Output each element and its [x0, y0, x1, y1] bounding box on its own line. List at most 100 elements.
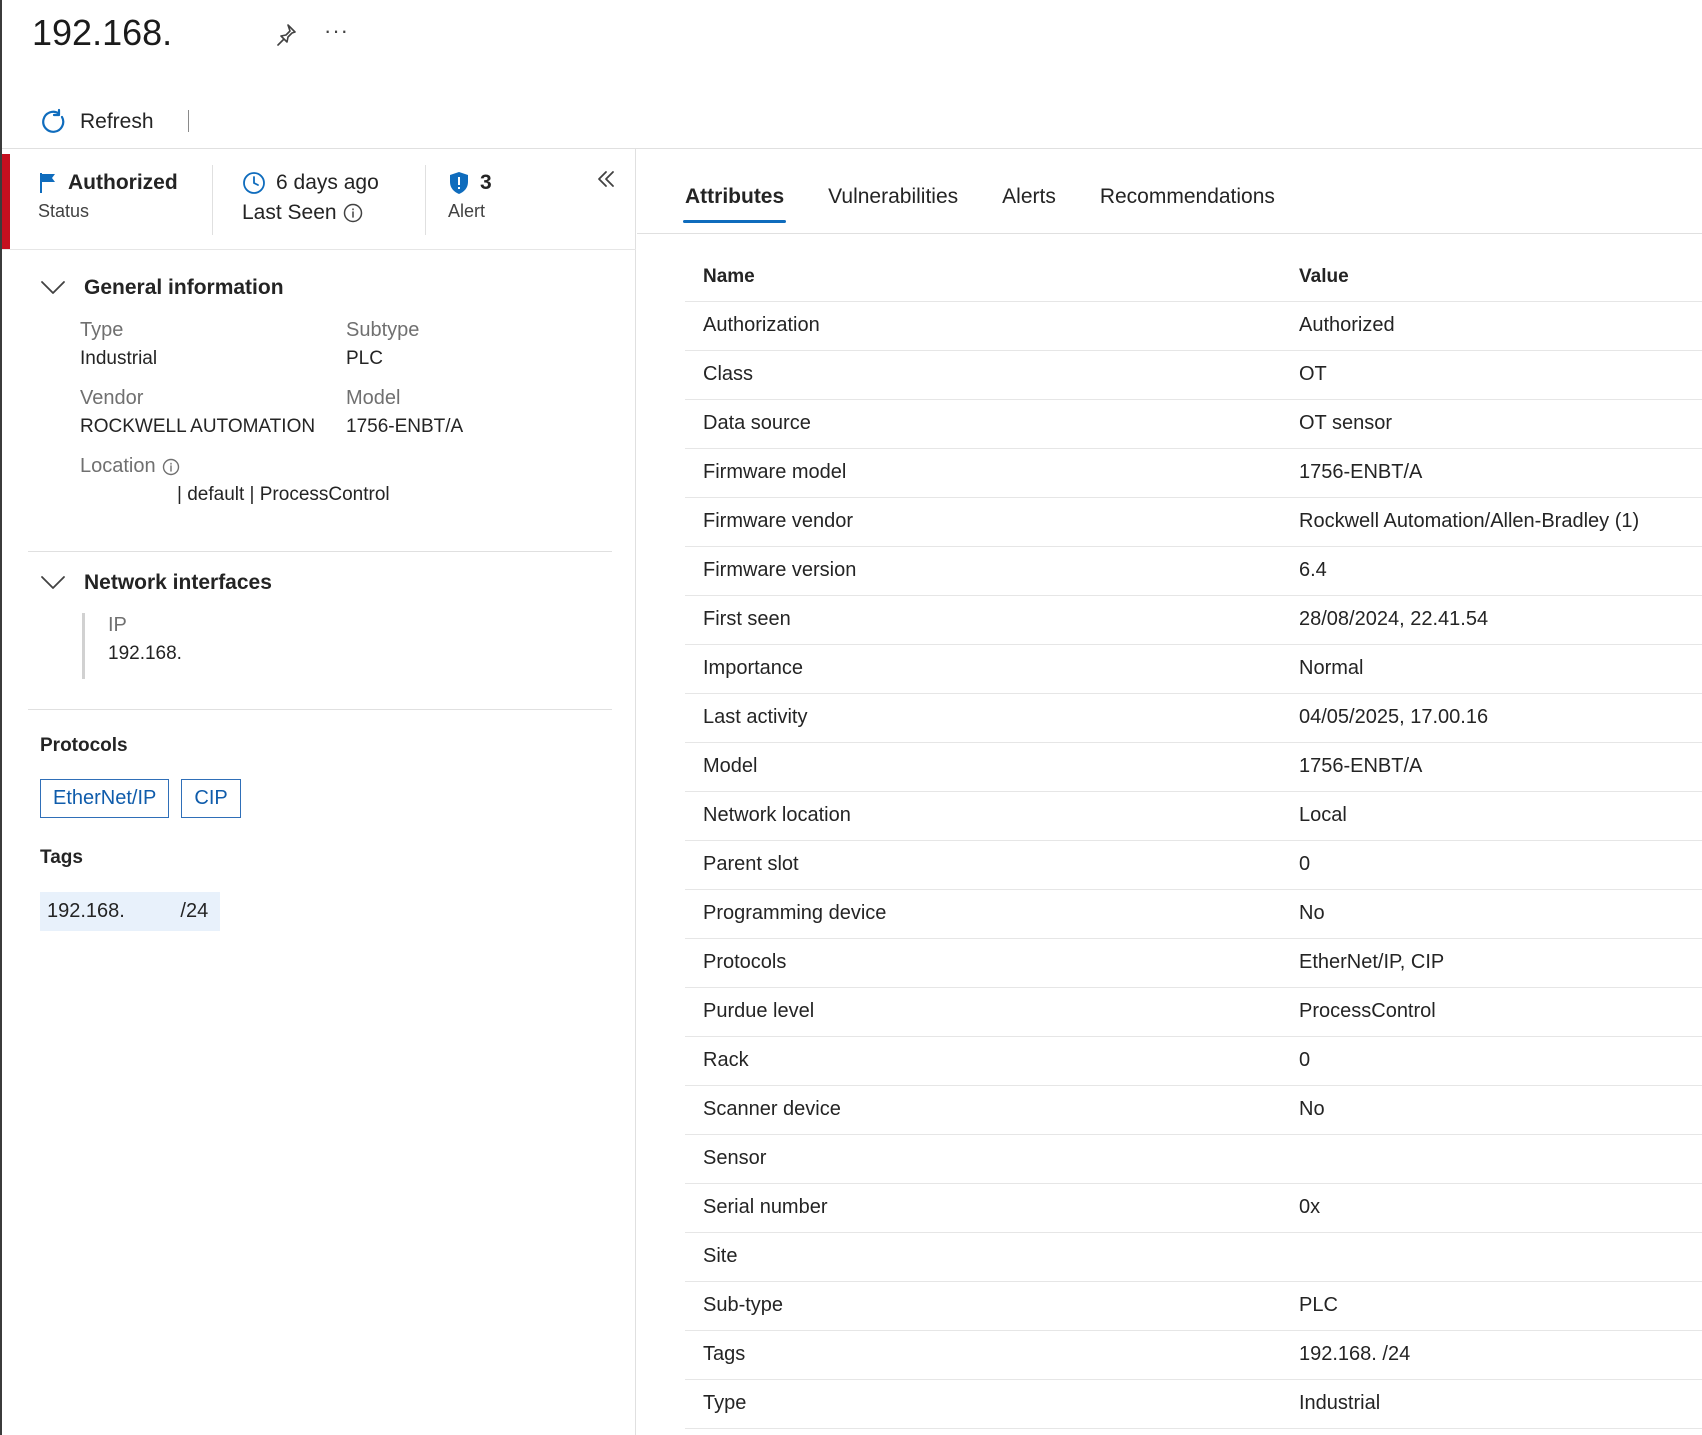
attributes-table: Name Value Authorization Authorized Class O… [685, 253, 1702, 1429]
attribute-name: Programming device [685, 889, 1281, 939]
table-row[interactable]: Firmware vendor Rockwell Automation/Allen… [685, 497, 1702, 547]
table-row[interactable]: First seen 28/08/2024, 22.41.54 [685, 595, 1702, 645]
summary-separator [425, 165, 426, 235]
attribute-name: Serial number [685, 1183, 1281, 1233]
attribute-value: 0x [1281, 1183, 1702, 1233]
attribute-value: 04/05/2025, 17.00.16 [1281, 693, 1702, 743]
summary-divider [2, 249, 636, 250]
pin-icon[interactable] [274, 22, 298, 46]
status-card: Authorized Status [38, 171, 178, 222]
attribute-value: PLC [1281, 1281, 1702, 1331]
ip-indicator [82, 613, 85, 679]
tabs-divider [637, 233, 1702, 234]
tag-chip[interactable]: 192.168. /24 [40, 892, 221, 931]
table-row[interactable]: Site [685, 1232, 1702, 1282]
attribute-name: Tags [685, 1330, 1281, 1380]
subtype-value: PLC [346, 348, 383, 369]
page-title: 192.168. [32, 12, 173, 53]
attribute-value: 192.168. /24 [1281, 1330, 1702, 1380]
attribute-value: Local [1281, 791, 1702, 841]
status-value: Authorized [68, 171, 178, 194]
attribute-name: Sensor [685, 1134, 1281, 1184]
tab-vulnerabilities[interactable]: Vulnerabilities [828, 185, 958, 223]
status-indicator [2, 154, 10, 250]
vendor-field: Vendor ROCKWELL AUTOMATION [80, 387, 315, 438]
attribute-value: 6.4 [1281, 546, 1702, 596]
table-row[interactable]: Class OT [685, 350, 1702, 400]
tab-alerts[interactable]: Alerts [1002, 185, 1056, 223]
attribute-value [1281, 1232, 1702, 1282]
table-row[interactable]: Tags 192.168. /24 [685, 1330, 1702, 1380]
tab-recommendations[interactable]: Recommendations [1100, 185, 1275, 223]
table-header-row: Name Value [685, 253, 1702, 302]
protocol-chip[interactable]: EtherNet/IP [40, 779, 170, 818]
attribute-value: Normal [1281, 644, 1702, 694]
table-row[interactable]: Sensor [685, 1134, 1702, 1184]
chevron-down-icon [41, 281, 65, 294]
info-icon[interactable] [162, 458, 180, 476]
table-row[interactable]: Rack 0 [685, 1036, 1702, 1086]
section-divider [28, 709, 612, 710]
attribute-value: Authorized [1281, 301, 1702, 351]
vendor-value: ROCKWELL AUTOMATION [80, 416, 316, 437]
flag-icon [40, 173, 55, 193]
attribute-value: 1756-ENBT/A [1281, 448, 1702, 498]
attribute-name: Data source [685, 399, 1281, 449]
more-options-icon[interactable]: ··· [324, 18, 349, 44]
subtype-label: Subtype [346, 319, 420, 341]
subtype-field: Subtype PLC [346, 319, 419, 370]
table-row[interactable]: Firmware model 1756-ENBT/A [685, 448, 1702, 498]
table-body: Authorization Authorized Class OT Data sourc… [685, 301, 1702, 1429]
location-value: | default | ProcessControl [177, 484, 390, 505]
table-row[interactable]: Programming device No [685, 889, 1702, 939]
ip-value: 192.168. [108, 643, 182, 664]
attribute-name: Authorization [685, 301, 1281, 351]
attribute-name: Firmware vendor [685, 497, 1281, 547]
table-row[interactable]: Protocols EtherNet/IP, CIP [685, 938, 1702, 988]
table-row[interactable]: Type Industrial [685, 1379, 1702, 1429]
attributes-panel: Attributes Vulnerabilities Alerts Recomm… [637, 149, 1702, 1435]
refresh-button[interactable]: Refresh [40, 108, 154, 136]
table-row[interactable]: Model 1756-ENBT/A [685, 742, 1702, 792]
refresh-label: Refresh [80, 110, 154, 133]
type-label: Type [80, 319, 124, 341]
last-seen-value: 6 days ago [276, 171, 379, 194]
protocol-chip[interactable]: CIP [181, 779, 241, 818]
table-row[interactable]: Importance Normal [685, 644, 1702, 694]
attribute-name: Model [685, 742, 1281, 792]
table-row[interactable]: Authorization Authorized [685, 301, 1702, 351]
general-info-header[interactable]: General information [40, 276, 284, 300]
attribute-name: Scanner device [685, 1085, 1281, 1135]
tab-attributes[interactable]: Attributes [682, 185, 787, 223]
table-row[interactable]: Data source OT sensor [685, 399, 1702, 449]
clock-icon [243, 172, 265, 194]
attribute-name: Rack [685, 1036, 1281, 1086]
model-label: Model [346, 387, 401, 409]
attribute-name: Purdue level [685, 987, 1281, 1037]
attribute-name: Firmware version [685, 546, 1281, 596]
refresh-icon [42, 108, 65, 133]
table-row[interactable]: Scanner device No [685, 1085, 1702, 1135]
table-row[interactable]: Last activity 04/05/2025, 17.00.16 [685, 693, 1702, 743]
table-row[interactable]: Serial number 0x [685, 1183, 1702, 1233]
table-row[interactable]: Parent slot 0 [685, 840, 1702, 890]
attribute-value: OT [1281, 350, 1702, 400]
attribute-name: Firmware model [685, 448, 1281, 498]
model-value: 1756-ENBT/A [346, 416, 464, 437]
protocols-title: Protocols [40, 735, 128, 756]
table-row[interactable]: Network location Local [685, 791, 1702, 841]
attribute-value: OT sensor [1281, 399, 1702, 449]
attribute-name: Network location [685, 791, 1281, 841]
table-row[interactable]: Firmware version 6.4 [685, 546, 1702, 596]
table-row[interactable]: Sub-type PLC [685, 1281, 1702, 1331]
table-row[interactable]: Purdue level ProcessControl [685, 987, 1702, 1037]
attribute-value: ProcessControl [1281, 987, 1702, 1037]
attribute-value: Industrial [1281, 1379, 1702, 1429]
network-interfaces-header[interactable]: Network interfaces [40, 571, 272, 595]
toolbar: Refresh [40, 104, 154, 140]
attribute-name: Last activity [685, 693, 1281, 743]
alert-card[interactable]: 3 Alert [448, 171, 492, 222]
location-field: Location | default | ProcessControl [80, 455, 390, 506]
collapse-panel-icon[interactable] [594, 167, 618, 191]
info-icon[interactable] [343, 203, 363, 223]
